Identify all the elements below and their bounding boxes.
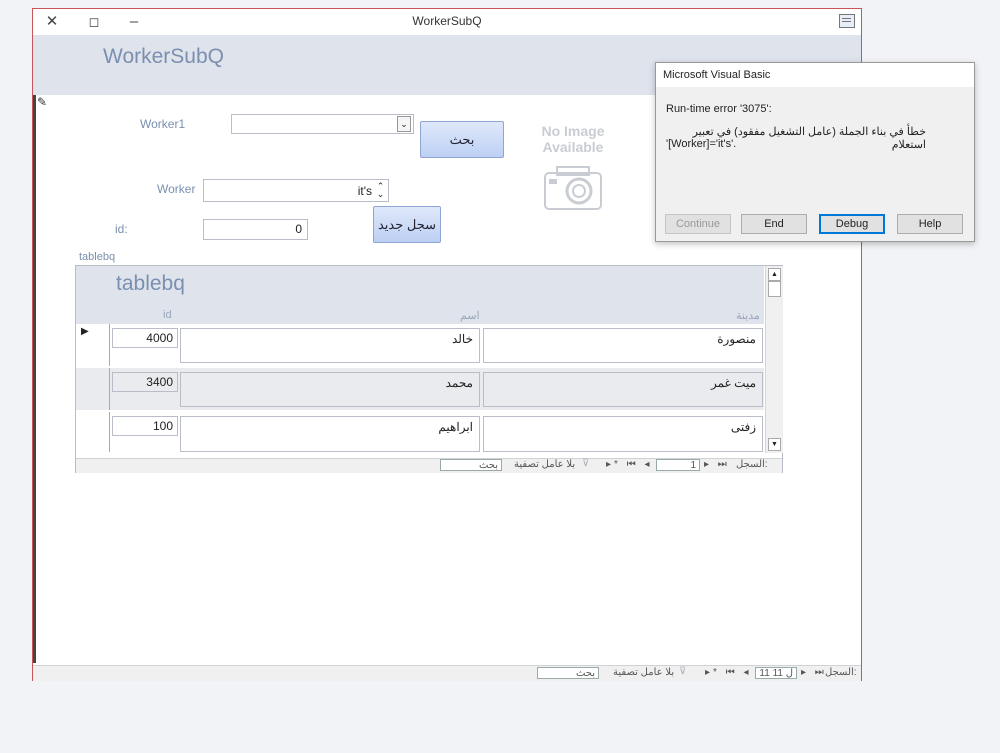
record-selector[interactable] <box>76 412 110 452</box>
chevron-down-icon[interactable]: ⌄ <box>397 116 411 132</box>
scroll-up-icon[interactable]: ▲ <box>768 268 781 281</box>
dialog-title: Microsoft Visual Basic <box>656 63 974 87</box>
pencil-icon: ✎ <box>37 95 48 109</box>
record-selector[interactable]: ▶ <box>76 324 110 366</box>
subform-nav-buttons-right[interactable]: ▸ ⏭ <box>704 459 730 470</box>
window-title: WorkerSubQ <box>412 14 482 28</box>
new-record-button[interactable]: سجل جديد <box>373 206 441 243</box>
end-button[interactable]: End <box>741 214 807 234</box>
main-record-position[interactable]: 11 ل 11 <box>755 667 797 679</box>
no-image-text-2: Available <box>542 139 604 155</box>
record-selector[interactable] <box>76 368 110 410</box>
scroll-down-icon[interactable]: ▼ <box>768 438 781 451</box>
cell-city[interactable]: منصورة <box>483 328 763 363</box>
id-label: id: <box>115 222 128 236</box>
worker-field-value: it's <box>357 184 372 198</box>
subform-scrollbar[interactable]: ▲ ▼ <box>765 266 783 453</box>
subform-filter-text[interactable]: بلا عامل تصفية <box>514 459 575 470</box>
cell-id[interactable]: 3400 <box>112 372 178 392</box>
dialog-error-line: Run-time error '3075': <box>666 103 772 115</box>
no-image-placeholder: No Image Available <box>533 123 613 213</box>
form-title: WorkerSubQ <box>103 45 224 68</box>
window-titlebar: ✕ ◻ – WorkerSubQ <box>33 9 861 35</box>
subform-record-label: السجل: <box>736 459 768 470</box>
subform-nav-buttons-left[interactable]: ▸* ⏮ ◂ <box>606 459 653 470</box>
dialog-message-line2: '[Worker]='it's'. <box>666 138 737 150</box>
spinner-icon[interactable]: ⌃ ⌄ <box>375 182 386 199</box>
debug-button[interactable]: Debug <box>819 214 885 234</box>
main-nav-buttons-left[interactable]: ▸* ⏮ ◂ <box>705 667 752 678</box>
subform-current-record[interactable]: 1 <box>656 459 700 471</box>
worker-label: Worker <box>157 182 196 196</box>
worker1-label: Worker1 <box>140 117 186 131</box>
help-button[interactable]: Help <box>897 214 963 234</box>
cell-name[interactable]: ابراهيم <box>180 416 480 452</box>
current-record-icon: ▶ <box>81 326 89 337</box>
cell-city[interactable]: ميت غمر <box>483 372 763 407</box>
continue-button[interactable]: Continue <box>665 214 731 234</box>
main-navigation-bar: بحث بلا عامل تصفية ⊽ ▸* ⏮ ◂ 11 ل 11 ▸ ⏭ … <box>33 665 861 681</box>
table-row[interactable]: ▶ 4000 خالد منصورة <box>76 324 764 366</box>
cell-city[interactable]: زفتى <box>483 416 763 452</box>
search-button[interactable]: بحث <box>420 121 504 158</box>
scroll-thumb[interactable] <box>768 281 781 297</box>
subform-title: tablebq <box>116 272 185 295</box>
cell-name[interactable]: خالد <box>180 328 480 363</box>
table-row[interactable]: 3400 محمد ميت غمر <box>76 368 764 410</box>
cell-name[interactable]: محمد <box>180 372 480 407</box>
filter-icon: ⊽ <box>679 666 687 677</box>
column-header-city: مدينة <box>736 310 760 322</box>
subform-label: tablebq <box>79 251 116 263</box>
table-row[interactable]: 100 ابراهيم زفتى <box>76 412 764 452</box>
record-selector-bar <box>33 95 36 663</box>
column-header-id: id <box>163 309 172 321</box>
subform-navigation-bar: بحث بلا عامل تصفية ⊽ ▸* ⏮ ◂ 1 ▸ ⏭ السجل: <box>76 458 782 473</box>
no-image-text-1: No Image <box>541 123 605 139</box>
main-nav-buttons-right[interactable]: ▸ ⏭ <box>801 667 827 678</box>
camera-icon <box>544 166 602 210</box>
id-field[interactable]: 0 <box>203 219 308 240</box>
main-filter-text[interactable]: بلا عامل تصفية <box>613 667 674 678</box>
vba-error-dialog: Microsoft Visual Basic Run-time error '3… <box>655 62 975 242</box>
form-view-icon[interactable] <box>839 14 855 28</box>
worker-field[interactable]: it's ⌃ ⌄ <box>203 179 389 202</box>
column-header-name: اسم <box>460 310 480 322</box>
cell-id[interactable]: 4000 <box>112 328 178 348</box>
main-record-label: السجل: <box>825 667 857 678</box>
main-search-box[interactable]: بحث <box>537 667 599 679</box>
cell-id[interactable]: 100 <box>112 416 178 436</box>
tablebq-subform: tablebq id اسم مدينة ▶ 4000 خالد منصورة … <box>75 265 783 473</box>
filter-icon: ⊽ <box>582 458 590 469</box>
worker1-combo[interactable]: ⌄ <box>231 114 414 134</box>
subform-search-box[interactable]: بحث <box>440 459 502 471</box>
